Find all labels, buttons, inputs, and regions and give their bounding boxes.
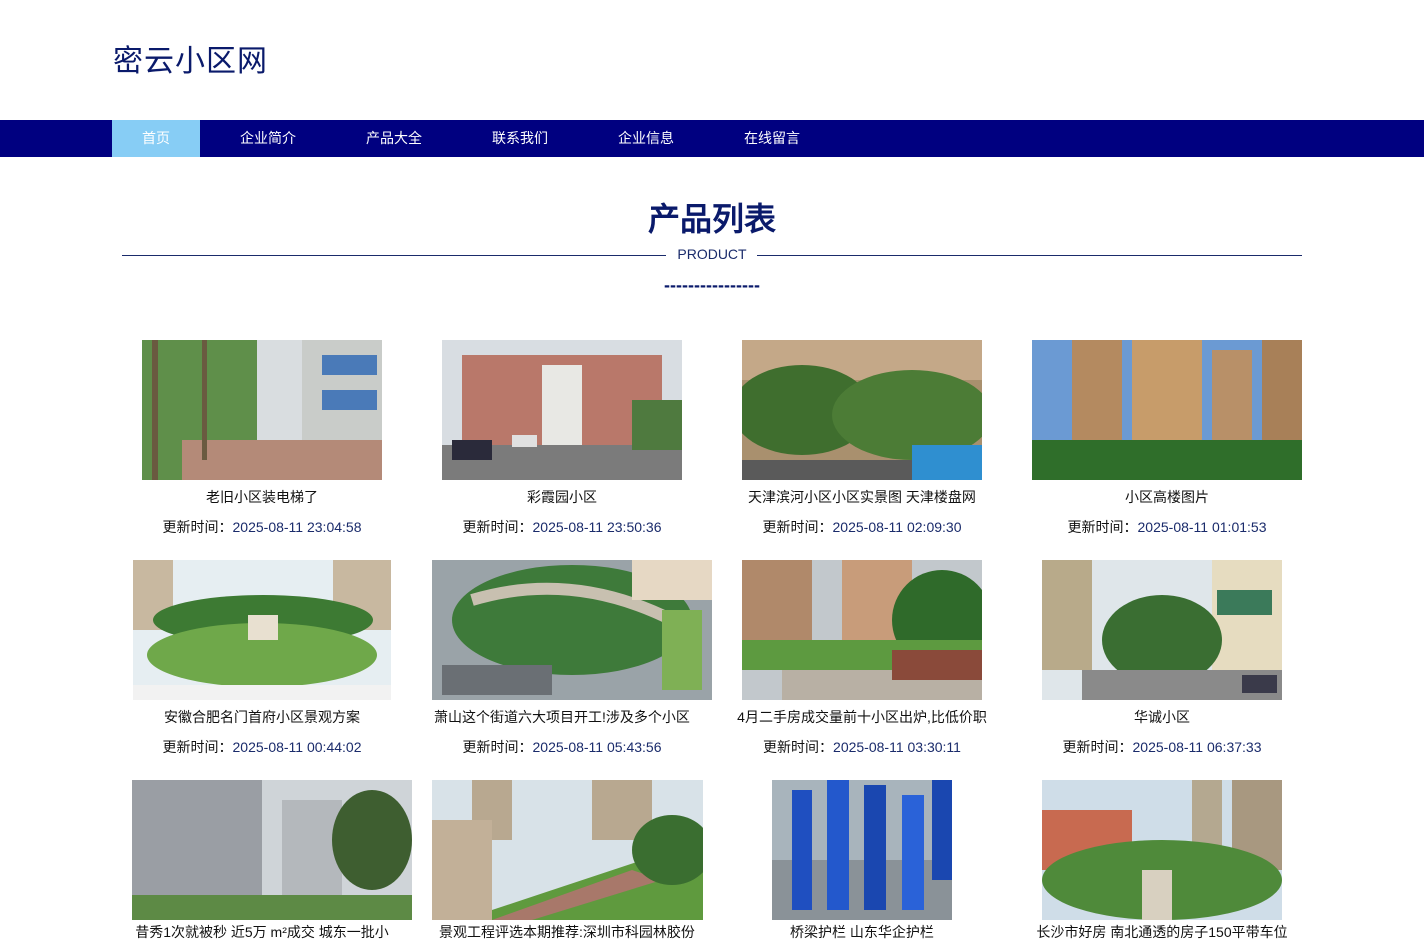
product-update-time: 更新时间：2025-08-11 00:44:02: [162, 739, 362, 755]
product-image[interactable]: [1032, 340, 1302, 480]
product-title[interactable]: 老旧小区装电梯了: [112, 487, 412, 507]
product-image[interactable]: [132, 780, 412, 920]
product-title[interactable]: 长沙市好房 南北通透的房子150平带车位: [1012, 922, 1312, 942]
product-update-time: 更新时间：2025-08-11 03:30:11: [763, 739, 961, 755]
product-image[interactable]: [1042, 780, 1282, 920]
product-image[interactable]: [142, 340, 382, 480]
main-navigation: 首页 企业简介 产品大全 联系我们 企业信息 在线留言: [0, 120, 1424, 157]
nav-item-company-info[interactable]: 企业信息: [588, 120, 704, 157]
product-title[interactable]: 安徽合肥名门首府小区景观方案: [112, 707, 412, 727]
nav-item-guestbook[interactable]: 在线留言: [704, 120, 840, 157]
product-image[interactable]: [772, 780, 952, 920]
section-dash: ----------------: [664, 275, 760, 295]
product-title[interactable]: 小区高楼图片: [1017, 487, 1317, 507]
product-title[interactable]: 昔秀1次就被秒 近5万 m²成交 城东一批小: [112, 922, 412, 942]
nav-item-contact[interactable]: 联系我们: [452, 120, 588, 157]
section-title: 产品列表: [647, 200, 776, 238]
product-update-time: 更新时间：2025-08-11 02:09:30: [762, 519, 962, 535]
nav-item-home[interactable]: 首页: [112, 120, 200, 157]
nav-item-about[interactable]: 企业简介: [200, 120, 336, 157]
product-update-time: 更新时间：2025-08-11 23:50:36: [462, 519, 662, 535]
product-image[interactable]: [442, 340, 682, 480]
product-title[interactable]: 彩霞园小区: [412, 487, 712, 507]
product-update-time: 更新时间：2025-08-11 05:43:56: [462, 739, 662, 755]
product-title[interactable]: 4月二手房成交量前十小区出炉,比低价职: [712, 707, 1012, 727]
product-image[interactable]: [742, 560, 982, 700]
product-image[interactable]: [432, 560, 712, 700]
product-title[interactable]: 萧山这个街道六大项目开工!涉及多个小区: [412, 707, 712, 727]
header: 密云小区网: [0, 0, 1424, 120]
product-image[interactable]: [1042, 560, 1282, 700]
product-title[interactable]: 桥梁护栏 山东华企护栏: [712, 922, 1012, 942]
product-image[interactable]: [432, 780, 703, 920]
nav-item-products[interactable]: 产品大全: [336, 120, 452, 157]
product-update-time: 更新时间：2025-08-11 23:04:58: [162, 519, 362, 535]
product-image[interactable]: [742, 340, 982, 480]
product-title[interactable]: 景观工程评选本期推荐:深圳市科园林胶份: [417, 922, 717, 942]
product-image[interactable]: [133, 560, 391, 700]
product-title[interactable]: 天津滨河小区小区实景图 天津楼盘网: [712, 487, 1012, 507]
product-update-time: 更新时间：2025-08-11 01:01:53: [1067, 519, 1267, 535]
section-subtitle: PRODUCT: [677, 246, 747, 262]
product-update-time: 更新时间：2025-08-11 06:37:33: [1062, 739, 1262, 755]
product-title[interactable]: 华诚小区: [1012, 707, 1312, 727]
site-title[interactable]: 密云小区网: [113, 36, 268, 80]
